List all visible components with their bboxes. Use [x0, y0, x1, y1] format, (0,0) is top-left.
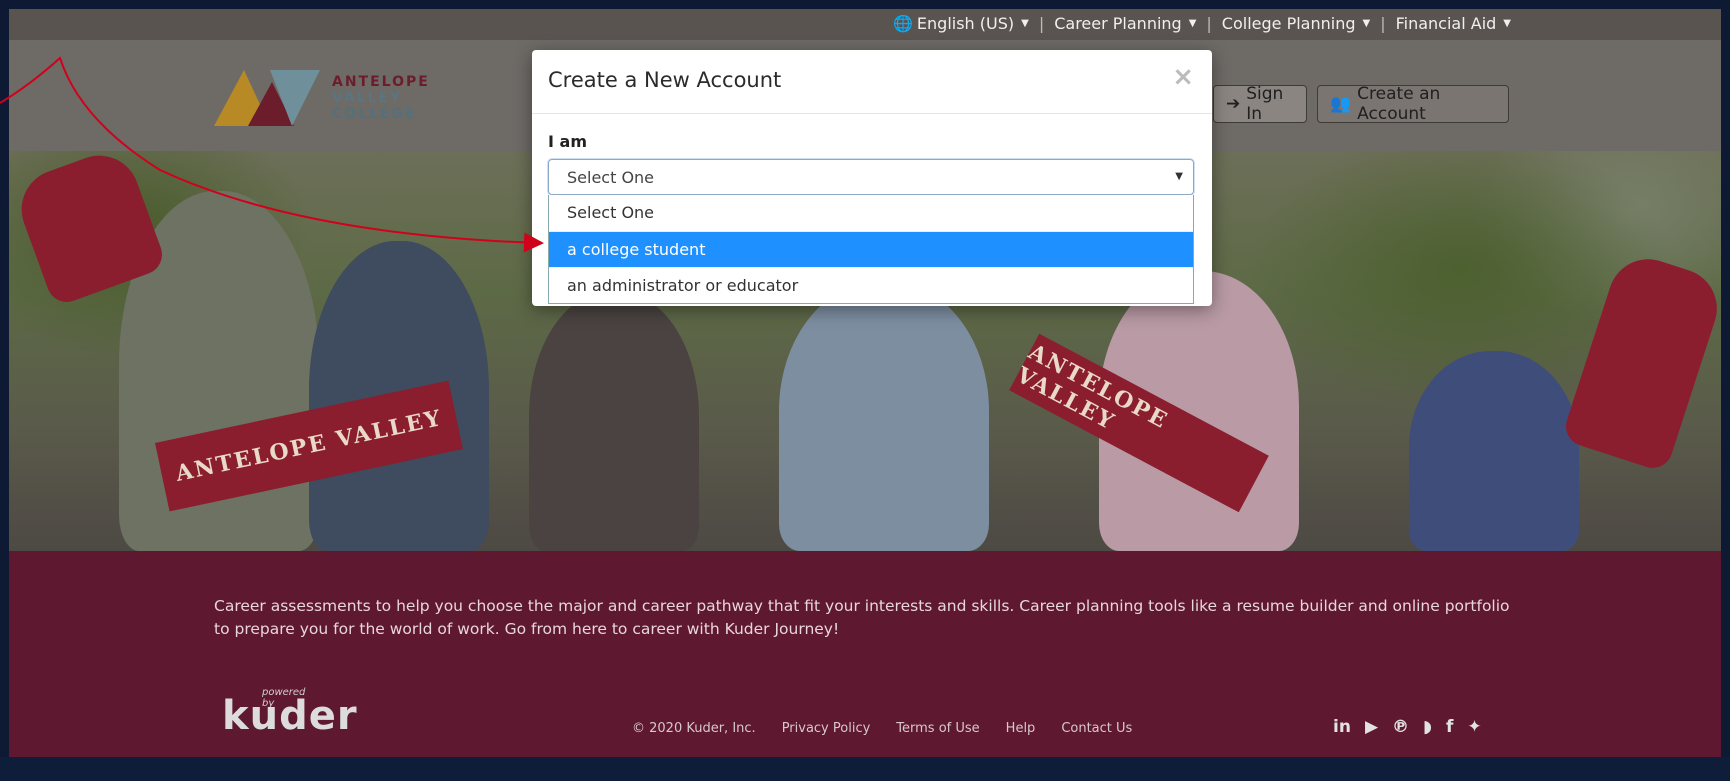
college-logo[interactable]: ANTELOPE VALLEY COLLEGE [214, 64, 430, 132]
role-dropdown-list: Select One a college student an administ… [548, 195, 1194, 304]
language-dropdown[interactable]: 🌐 English (US) ▼ [883, 14, 1039, 33]
twitter-icon[interactable]: ✦ [1467, 717, 1481, 737]
role-label: I am [548, 132, 587, 151]
sign-in-button[interactable]: ➔ Sign In [1213, 84, 1307, 124]
contact-us-link[interactable]: Contact Us [1061, 721, 1132, 736]
close-icon[interactable]: × [1172, 62, 1194, 92]
copyright-text: © 2020 Kuder, Inc. [632, 721, 756, 736]
linkedin-icon[interactable]: in [1333, 717, 1351, 737]
facebook-icon[interactable]: f [1446, 717, 1453, 737]
youtube-icon[interactable]: ▶ [1365, 717, 1378, 737]
caret-down-icon: ▼ [1503, 18, 1511, 29]
logo-line2: VALLEY [332, 90, 403, 106]
help-link[interactable]: Help [1006, 721, 1036, 736]
caret-down-icon: ▼ [1362, 18, 1371, 29]
career-planning-menu[interactable]: Career Planning ▼ [1044, 14, 1206, 33]
option-select-one[interactable]: Select One [549, 195, 1193, 231]
page: 🌐 English (US) ▼ | Career Planning ▼ | C… [9, 9, 1721, 766]
financial-aid-menu[interactable]: Financial Aid ▼ [1386, 14, 1521, 33]
caret-down-icon: ▼ [1021, 18, 1029, 29]
terms-of-use-link[interactable]: Terms of Use [896, 721, 979, 736]
add-user-icon: 👥 [1330, 94, 1352, 114]
caret-down-icon: ▼ [1175, 171, 1183, 182]
create-account-modal: Create a New Account × I am Select One ▼… [532, 50, 1212, 306]
logo-mark-icon [214, 70, 320, 126]
pinterest-icon[interactable]: ℗ [1392, 717, 1409, 737]
caret-down-icon: ▼ [1188, 18, 1197, 29]
logo-line3: COLLEGE [332, 106, 417, 122]
social-icons: in ▶ ℗ ◗ f ✦ [1333, 717, 1482, 737]
footer: powered by kuder © 2020 Kuder, Inc. Priv… [222, 687, 1482, 739]
college-planning-menu[interactable]: College Planning ▼ [1212, 14, 1380, 33]
role-select[interactable]: Select One ▼ [548, 159, 1194, 195]
modal-title: Create a New Account [548, 68, 782, 92]
footer-links: © 2020 Kuder, Inc. Privacy Policy Terms … [632, 721, 1132, 736]
rss-icon[interactable]: ◗ [1423, 717, 1432, 737]
option-administrator-educator[interactable]: an administrator or educator [549, 267, 1193, 303]
option-college-student[interactable]: a college student [549, 231, 1193, 267]
privacy-policy-link[interactable]: Privacy Policy [782, 721, 871, 736]
globe-icon: 🌐 [892, 14, 913, 33]
logo-line1: ANTELOPE [332, 74, 430, 90]
bottom-strip [0, 757, 1730, 781]
intro-text: Career assessments to help you choose th… [214, 597, 1510, 638]
modal-header: Create a New Account × [532, 50, 1212, 114]
utility-bar: 🌐 English (US) ▼ | Career Planning ▼ | C… [9, 9, 1721, 40]
create-account-button[interactable]: 👥 Create an Account [1317, 84, 1509, 124]
student-figure [1409, 351, 1579, 551]
student-figure [529, 291, 699, 551]
student-figure [779, 281, 989, 551]
sign-in-icon: ➔ [1226, 94, 1241, 114]
